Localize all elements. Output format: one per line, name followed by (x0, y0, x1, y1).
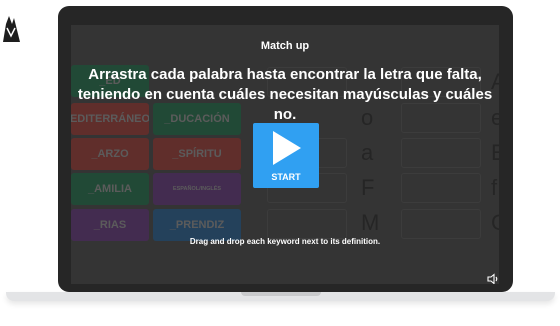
speaker-icon[interactable] (487, 273, 499, 284)
laptop-base (6, 292, 555, 301)
laptop-notch (241, 292, 321, 296)
play-icon (273, 131, 301, 165)
start-button[interactable]: START (253, 123, 319, 188)
instruction-line-2: teniendo en cuenta cuáles necesitan mayú… (77, 86, 493, 123)
hint-text: Drag and drop each keyword next to its d… (189, 237, 381, 246)
start-label: START (271, 172, 301, 182)
instruction-line-1: Arrastra cada palabra hasta encontrar la… (88, 66, 482, 83)
logo-icon (3, 16, 20, 42)
instruction-text: Arrastra cada palabra hasta encontrar la… (71, 65, 499, 125)
activity-screen: _ED EDITERRÁNEO _ARZO _AMILIA _RIAS _DUC… (71, 25, 499, 284)
activity-title: Match up (260, 40, 310, 52)
